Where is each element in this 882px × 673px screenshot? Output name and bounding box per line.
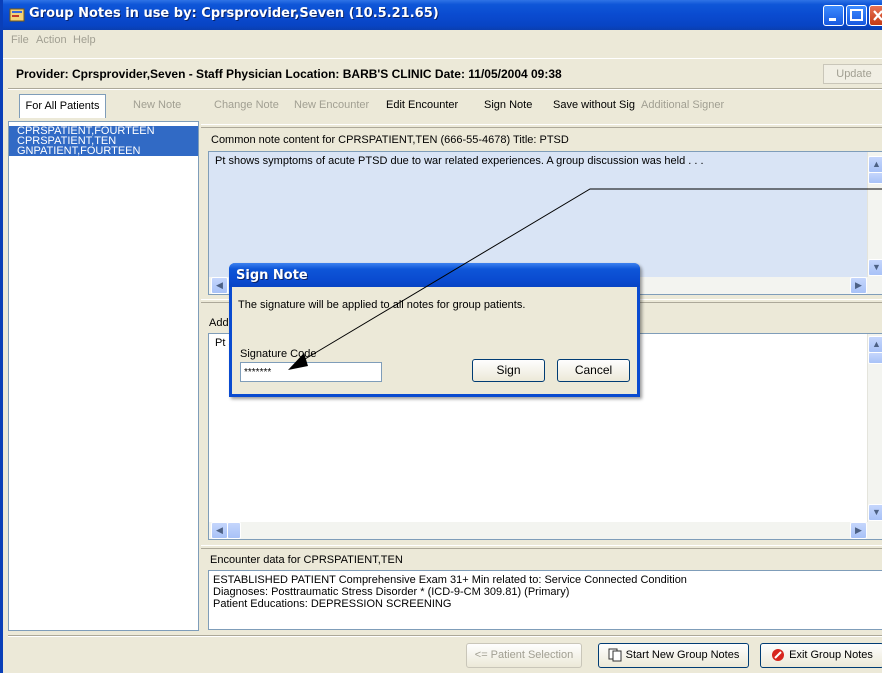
- scroll-thumb[interactable]: [868, 172, 882, 184]
- copy-icon: [608, 648, 622, 662]
- dialog-message: The signature will be applied to all not…: [238, 299, 526, 311]
- dialog-title: Sign Note: [236, 268, 308, 283]
- new-encounter-button[interactable]: New Encounter: [294, 99, 369, 111]
- splitter[interactable]: [201, 124, 882, 128]
- close-icon: [873, 10, 882, 21]
- sign-note-dialog: Sign Note The signature will be applied …: [229, 263, 640, 397]
- sign-note-button[interactable]: Sign Note: [484, 99, 532, 111]
- new-note-button[interactable]: New Note: [133, 99, 181, 111]
- scroll-left-icon[interactable]: ◀: [211, 277, 228, 294]
- start-new-group-notes-button[interactable]: Start New Group Notes: [598, 643, 749, 668]
- scroll-thumb[interactable]: [227, 522, 241, 539]
- window-title: Group Notes in use by: Cprsprovider,Seve…: [29, 6, 439, 21]
- encounter-line: ESTABLISHED PATIENT Comprehensive Exam 3…: [213, 574, 687, 586]
- menu-bar: File Action Help: [3, 30, 882, 50]
- common-note-text: Pt shows symptoms of acute PTSD due to w…: [215, 155, 704, 167]
- patient-item[interactable]: GNPATIENT,FOURTEEN: [9, 146, 198, 157]
- encounter-line: Patient Educations: DEPRESSION SCREENING: [213, 598, 452, 610]
- splitter[interactable]: [201, 545, 882, 549]
- scroll-down-icon[interactable]: ▼: [868, 504, 882, 521]
- common-note-label: Common note content for CPRSPATIENT,TEN …: [211, 134, 569, 146]
- provider-info: Provider: Cprsprovider,Seven - Staff Phy…: [16, 67, 562, 81]
- scroll-left-icon[interactable]: ◀: [211, 522, 228, 539]
- sign-button[interactable]: Sign: [472, 359, 545, 382]
- edit-encounter-button[interactable]: Edit Encounter: [386, 99, 458, 111]
- stop-icon: [772, 649, 785, 662]
- scroll-up-icon[interactable]: ▲: [868, 156, 882, 173]
- update-button[interactable]: Update: [823, 64, 882, 84]
- encounter-line: Diagnoses: Posttraumatic Stress Disorder…: [213, 586, 570, 598]
- scroll-thumb[interactable]: [868, 352, 882, 364]
- scroll-down-icon[interactable]: ▼: [868, 259, 882, 276]
- exit-group-notes-label: Exit Group Notes: [789, 649, 873, 661]
- scroll-right-icon[interactable]: ▶: [850, 522, 867, 539]
- maximize-icon: [850, 9, 863, 21]
- vertical-scrollbar[interactable]: ▲ ▼: [867, 152, 882, 277]
- dialog-title-bar[interactable]: Sign Note: [229, 263, 640, 287]
- additional-signer-button[interactable]: Additional Signer: [641, 99, 724, 111]
- menu-file[interactable]: File: [11, 34, 29, 46]
- scroll-right-icon[interactable]: ▶: [850, 277, 867, 294]
- signature-code-label: Signature Code: [240, 348, 317, 360]
- change-note-button[interactable]: Change Note: [214, 99, 279, 111]
- menu-help[interactable]: Help: [73, 34, 96, 46]
- close-button[interactable]: [869, 5, 882, 26]
- bottom-divider: [8, 635, 882, 637]
- encounter-data-box: ESTABLISHED PATIENT Comprehensive Exam 3…: [208, 570, 882, 630]
- provider-bar: Provider: Cprsprovider,Seven - Staff Phy…: [3, 58, 882, 84]
- scroll-up-icon[interactable]: ▲: [868, 336, 882, 353]
- minimize-icon: [829, 18, 836, 21]
- menu-action[interactable]: Action: [36, 34, 67, 46]
- toolbar-divider: [8, 88, 882, 90]
- patient-selection-button[interactable]: <= Patient Selection: [466, 643, 582, 668]
- exit-group-notes-button[interactable]: Exit Group Notes: [760, 643, 882, 668]
- maximize-button[interactable]: [846, 5, 867, 26]
- title-bar[interactable]: Group Notes in use by: Cprsprovider,Seve…: [3, 0, 882, 30]
- signature-code-field[interactable]: [240, 362, 382, 382]
- app-icon: [9, 8, 25, 22]
- cancel-button[interactable]: Cancel: [557, 359, 630, 382]
- vertical-scrollbar[interactable]: ▲ ▼: [867, 334, 882, 522]
- patient-list[interactable]: CPRSPATIENT,FOURTEEN CPRSPATIENT,TEN GNP…: [8, 121, 199, 631]
- minimize-button[interactable]: [823, 5, 844, 26]
- start-new-group-notes-label: Start New Group Notes: [625, 649, 740, 661]
- for-all-patients-tab[interactable]: For All Patients: [19, 94, 106, 118]
- save-without-sig-button[interactable]: Save without Sig: [553, 99, 635, 111]
- horizontal-scrollbar[interactable]: ◀ ▶: [209, 522, 882, 539]
- encounter-label: Encounter data for CPRSPATIENT,TEN: [210, 554, 403, 566]
